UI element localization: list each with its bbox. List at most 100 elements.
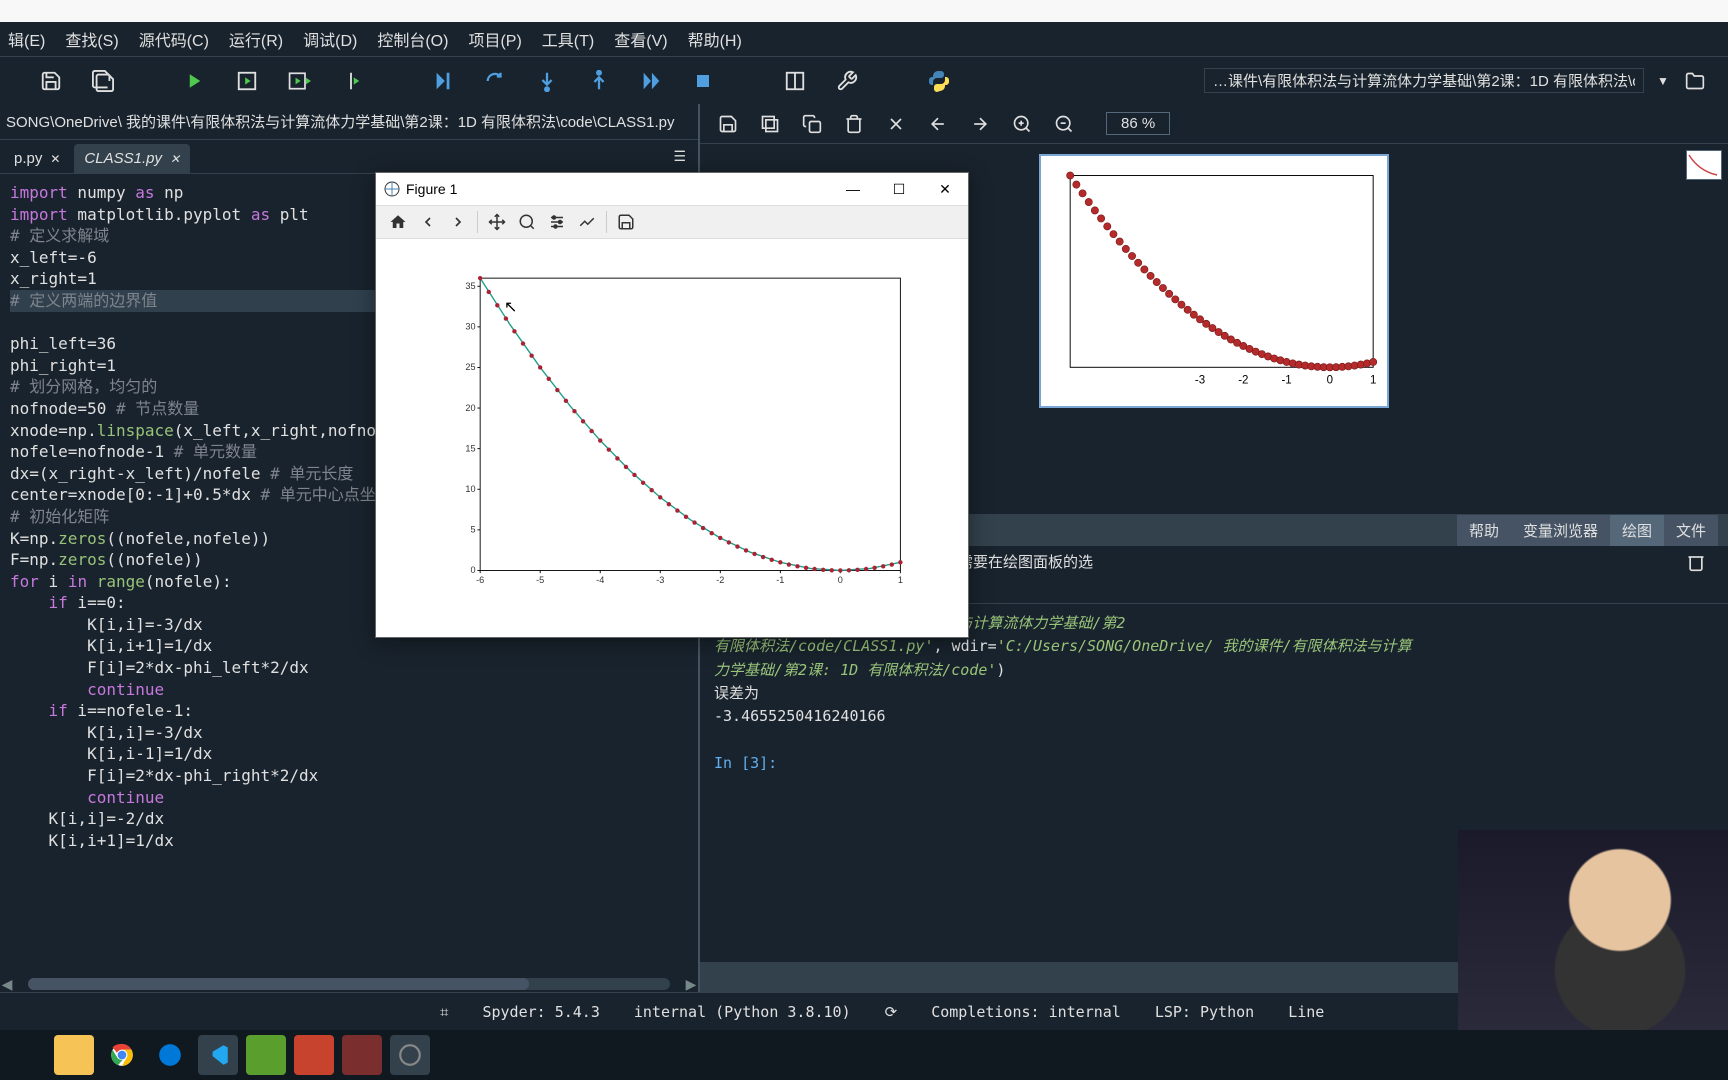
clear-plots-icon[interactable] — [886, 114, 906, 134]
app1-icon[interactable] — [246, 1035, 286, 1075]
tab-help[interactable]: 帮助 — [1457, 515, 1511, 546]
svg-text:-2: -2 — [716, 575, 724, 585]
chrome-icon[interactable] — [102, 1035, 142, 1075]
plot-thumbnail[interactable]: -3-2-101 — [1039, 154, 1389, 408]
back-icon[interactable] — [414, 208, 442, 236]
app3-icon[interactable] — [342, 1035, 382, 1075]
menu-tools[interactable]: 工具(T) — [534, 23, 602, 55]
svg-text:25: 25 — [465, 362, 475, 372]
editor-filepath: SONG\OneDrive\ 我的课件\有限体积法与计算流体力学基础\第2课：1… — [0, 104, 698, 140]
menu-project[interactable]: 项目(P) — [460, 23, 529, 55]
maximize-icon[interactable]: ☐ — [876, 173, 922, 205]
copy-plot-icon[interactable] — [802, 114, 822, 134]
run-icon[interactable] — [182, 68, 208, 94]
svg-text:30: 30 — [465, 322, 475, 332]
run-cell-advance-icon[interactable] — [286, 68, 312, 94]
workdir-input[interactable] — [1204, 68, 1644, 93]
configure-icon[interactable] — [543, 208, 571, 236]
step-over-icon[interactable] — [482, 68, 508, 94]
svg-text:35: 35 — [465, 281, 475, 291]
status-completions: Completions: internal — [931, 1003, 1121, 1021]
prev-plot-icon[interactable] — [928, 114, 948, 134]
edit-axes-icon[interactable] — [573, 208, 601, 236]
status-completions-icon: ⟳ — [885, 1003, 898, 1021]
svg-text:-5: -5 — [536, 575, 544, 585]
svg-text:-1: -1 — [776, 575, 784, 585]
run-cell-icon[interactable] — [234, 68, 260, 94]
python-icon[interactable] — [926, 68, 952, 94]
svg-text:15: 15 — [465, 443, 475, 453]
run-selection-icon[interactable] — [338, 68, 364, 94]
editor-tabbar: p.py✕ CLASS1.py✕ ☰ — [0, 140, 698, 174]
stop-icon[interactable] — [690, 68, 716, 94]
save-icon[interactable] — [38, 68, 64, 94]
debug-icon[interactable] — [430, 68, 456, 94]
minimize-icon[interactable]: — — [830, 173, 876, 205]
svg-text:-3: -3 — [1195, 375, 1205, 387]
close-icon[interactable]: ✕ — [922, 173, 968, 205]
zoom-in-icon[interactable] — [1012, 114, 1032, 134]
svg-text:20: 20 — [465, 403, 475, 413]
next-plot-icon[interactable] — [970, 114, 990, 134]
delete-plot-icon[interactable] — [844, 114, 864, 134]
menu-help[interactable]: 帮助(H) — [680, 23, 750, 55]
tab-variables[interactable]: 变量浏览器 — [1511, 515, 1610, 546]
svg-text:-2: -2 — [1238, 375, 1248, 387]
plot-toolbar: 86 % — [700, 104, 1728, 144]
save-plot-icon[interactable] — [718, 114, 738, 134]
menu-edit[interactable]: 辑(E) — [0, 23, 53, 55]
figure-canvas[interactable]: 05101520253035 -6-5-4-3-2-101 ↖ — [376, 239, 968, 637]
tab-p-py[interactable]: p.py✕ — [4, 144, 70, 173]
preferences-icon[interactable] — [834, 68, 860, 94]
forward-icon[interactable] — [444, 208, 472, 236]
figure-window[interactable]: Figure 1 — ☐ ✕ 05101520253035 -6-5-4-3-2… — [375, 172, 969, 638]
step-into-icon[interactable] — [534, 68, 560, 94]
menu-console[interactable]: 控制台(O) — [369, 23, 456, 55]
start-icon[interactable] — [6, 1035, 46, 1075]
figure-titlebar[interactable]: Figure 1 — ☐ ✕ — [376, 173, 968, 205]
matplotlib-icon — [384, 181, 400, 197]
close-icon[interactable]: ✕ — [50, 152, 60, 166]
zoom-out-icon[interactable] — [1054, 114, 1074, 134]
edge-icon[interactable] — [150, 1035, 190, 1075]
workdir-dropdown-icon[interactable]: ▼ — [1650, 68, 1676, 94]
saveall-plot-icon[interactable] — [760, 114, 780, 134]
home-icon[interactable] — [384, 208, 412, 236]
app2-icon[interactable] — [294, 1035, 334, 1075]
status-lsp: LSP: Python — [1155, 1003, 1254, 1021]
tab-class1-py[interactable]: CLASS1.py✕ — [74, 144, 190, 173]
explorer-icon[interactable] — [54, 1035, 94, 1075]
spyder-taskbar-icon[interactable] — [390, 1035, 430, 1075]
menu-debug[interactable]: 调试(D) — [295, 23, 365, 55]
windows-taskbar — [0, 1030, 1728, 1080]
step-out-icon[interactable] — [586, 68, 612, 94]
webcam-overlay — [1458, 830, 1728, 1030]
menu-source[interactable]: 源代码(C) — [131, 23, 217, 55]
vscode-icon[interactable] — [198, 1035, 238, 1075]
pan-icon[interactable] — [483, 208, 511, 236]
main-toolbar: ▼ — [0, 56, 1728, 104]
save-figure-icon[interactable] — [612, 208, 640, 236]
figure-toolbar — [376, 205, 968, 239]
svg-text:-4: -4 — [596, 575, 604, 585]
menu-view[interactable]: 查看(V) — [606, 23, 675, 55]
close-icon[interactable]: ✕ — [170, 152, 180, 166]
tab-files[interactable]: 文件 — [1664, 515, 1718, 546]
clear-console-icon[interactable] — [1686, 552, 1706, 572]
layout-icon[interactable] — [782, 68, 808, 94]
svg-text:-1: -1 — [1281, 375, 1291, 387]
svg-text:0: 0 — [838, 575, 843, 585]
saveall-icon[interactable] — [90, 68, 116, 94]
browse-dir-icon[interactable] — [1682, 68, 1708, 94]
horizontal-scrollbar[interactable]: ◀ ▶ — [0, 976, 698, 992]
plot-mini-thumb[interactable] — [1686, 150, 1722, 180]
tab-menu-icon[interactable]: ☰ — [673, 148, 686, 165]
svg-text:-6: -6 — [476, 575, 484, 585]
tab-plots[interactable]: 绘图 — [1610, 515, 1664, 546]
svg-text:0: 0 — [471, 565, 476, 575]
menu-run[interactable]: 运行(R) — [221, 23, 291, 55]
menu-search[interactable]: 查找(S) — [57, 23, 126, 55]
zoom-icon[interactable] — [513, 208, 541, 236]
svg-text:1: 1 — [898, 575, 903, 585]
continue-icon[interactable] — [638, 68, 664, 94]
